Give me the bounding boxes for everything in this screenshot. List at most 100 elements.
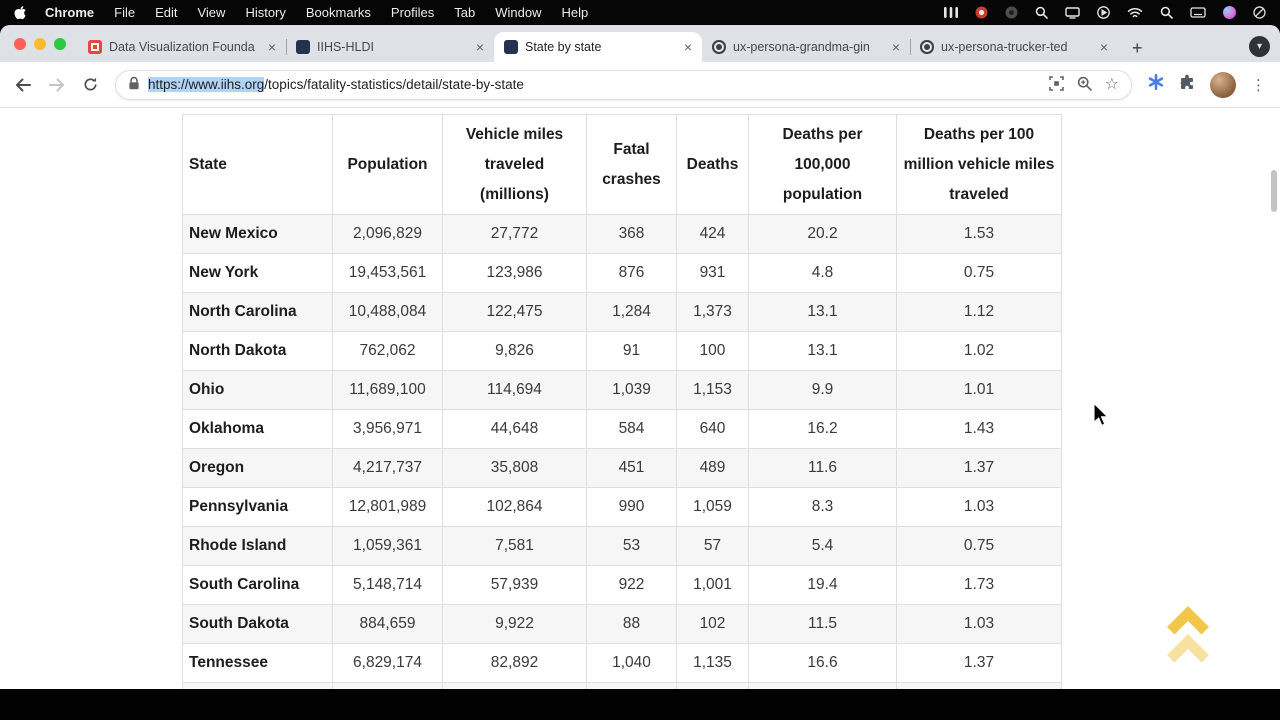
forward-button[interactable] xyxy=(48,77,66,93)
value-cell: 489 xyxy=(677,449,749,488)
table-row: Ohio11,689,100114,6941,0391,1539.91.01 xyxy=(183,371,1062,410)
new-tab-button[interactable]: + xyxy=(1132,39,1143,57)
browser-tab-2[interactable]: IIHS-HLDI× xyxy=(286,32,494,62)
value-cell: 9,826 xyxy=(443,332,587,371)
tab-search-button[interactable]: ▾ xyxy=(1249,36,1270,57)
table-row: South Dakota884,6599,9228810211.51.03 xyxy=(183,605,1062,644)
value-cell: 424 xyxy=(677,215,749,254)
siri-icon[interactable] xyxy=(1223,5,1236,21)
menu-item-view[interactable]: View xyxy=(197,5,225,20)
value-cell: 5.4 xyxy=(749,527,897,566)
url-path-text: /topics/fatality-statistics/detail/state… xyxy=(264,77,524,92)
spotlight-icon[interactable] xyxy=(1160,5,1173,21)
tab-favicon-icon xyxy=(504,40,518,54)
column-header: Deaths per 100,000 population xyxy=(749,115,897,215)
browser-tab-5[interactable]: ux-persona-trucker-ted × xyxy=(910,32,1118,62)
browser-tab-3[interactable]: State by state× xyxy=(494,32,702,62)
menu-item-history[interactable]: History xyxy=(245,5,285,20)
do-not-disturb-icon[interactable] xyxy=(1253,5,1266,21)
screen-mirroring-icon[interactable] xyxy=(1065,5,1080,21)
padlock-icon[interactable] xyxy=(128,76,140,94)
value-cell: 0.75 xyxy=(897,254,1062,293)
value-cell: 1.03 xyxy=(897,605,1062,644)
menubar-status-icons xyxy=(944,5,1266,21)
window-manager-icon[interactable] xyxy=(944,5,958,21)
browser-tab-4[interactable]: ux-persona-grandma-gin × xyxy=(702,32,910,62)
menu-item-edit[interactable]: Edit xyxy=(155,5,177,20)
zoom-icon[interactable] xyxy=(1077,76,1092,94)
tab-close-icon[interactable]: × xyxy=(682,39,694,55)
menu-item-bookmarks[interactable]: Bookmarks xyxy=(306,5,371,20)
extension-asterisk-icon[interactable] xyxy=(1148,74,1164,95)
tab-title: ux-persona-grandma-gin xyxy=(733,40,883,54)
table-row: North Dakota762,0629,8269110013.11.02 xyxy=(183,332,1062,371)
extension-puzzle-icon[interactable] xyxy=(1179,74,1195,95)
menu-item-profiles[interactable]: Profiles xyxy=(391,5,434,20)
tab-close-icon[interactable]: × xyxy=(266,39,278,55)
value-cell: 122,475 xyxy=(443,293,587,332)
value-cell: 11,689,100 xyxy=(333,371,443,410)
menu-item-file[interactable]: File xyxy=(114,5,135,20)
tab-close-icon[interactable]: × xyxy=(474,39,486,55)
value-cell: 1,059,361 xyxy=(333,527,443,566)
keyboard-icon[interactable] xyxy=(1190,5,1206,21)
tab-favicon-icon xyxy=(712,40,726,54)
qr-code-icon[interactable] xyxy=(1049,76,1064,94)
column-header: Population xyxy=(333,115,443,215)
bookmark-star-icon[interactable]: ☆ xyxy=(1105,77,1119,93)
wifi-icon[interactable] xyxy=(1127,5,1143,21)
profile-avatar[interactable] xyxy=(1210,72,1236,98)
page-scrollbar-thumb[interactable] xyxy=(1271,170,1277,212)
value-cell: 368 xyxy=(587,215,677,254)
back-button[interactable] xyxy=(14,77,32,93)
browser-tab-1[interactable]: Data Visualization Founda × xyxy=(78,32,286,62)
camera-icon[interactable] xyxy=(1005,5,1018,21)
url-text[interactable]: https://www.iihs.org/topics/fatality-sta… xyxy=(148,77,1041,92)
browser-menu-icon[interactable]: ⋮ xyxy=(1251,76,1266,94)
active-app-name[interactable]: Chrome xyxy=(45,5,94,20)
search-icon[interactable] xyxy=(1035,5,1048,21)
mouse-cursor xyxy=(1092,402,1110,433)
close-window-button[interactable] xyxy=(14,38,26,50)
menu-item-window[interactable]: Window xyxy=(495,5,541,20)
value-cell: 1.01 xyxy=(897,371,1062,410)
tab-title: Data Visualization Founda xyxy=(109,40,259,54)
address-bar[interactable]: https://www.iihs.org/topics/fatality-sta… xyxy=(115,70,1132,100)
table-row: Oklahoma3,956,97144,64858464016.21.43 xyxy=(183,410,1062,449)
menu-item-help[interactable]: Help xyxy=(562,5,589,20)
zoom-window-button[interactable] xyxy=(54,38,66,50)
table-row: Oregon4,217,73735,80845148911.61.37 xyxy=(183,449,1062,488)
apple-logo-icon[interactable] xyxy=(14,5,27,20)
state-cell: New Mexico xyxy=(183,215,333,254)
value-cell: 7,581 xyxy=(443,527,587,566)
state-cell: Tennessee xyxy=(183,644,333,683)
value-cell: 19,453,561 xyxy=(333,254,443,293)
play-icon[interactable] xyxy=(1097,5,1110,21)
value-cell: 16.2 xyxy=(749,410,897,449)
fatality-statistics-table: StatePopulationVehicle miles traveled (m… xyxy=(182,114,1062,689)
menu-item-tab[interactable]: Tab xyxy=(454,5,475,20)
value-cell: 1,040 xyxy=(587,644,677,683)
table-row: New Mexico2,096,82927,77236842420.21.53 xyxy=(183,215,1062,254)
screen-record-icon[interactable] xyxy=(975,5,988,21)
scroll-to-top-button[interactable] xyxy=(1162,597,1214,663)
tab-close-icon[interactable]: × xyxy=(890,39,902,55)
table-row: Tennessee6,829,17482,8921,0401,13516.61.… xyxy=(183,644,1062,683)
minimize-window-button[interactable] xyxy=(34,38,46,50)
value-cell: 762,062 xyxy=(333,332,443,371)
reload-button[interactable] xyxy=(82,76,99,93)
value-cell: 53 xyxy=(587,527,677,566)
table-row: New York19,453,561123,9868769314.80.75 xyxy=(183,254,1062,293)
value-cell: 13.1 xyxy=(749,332,897,371)
state-cell: Pennsylvania xyxy=(183,488,333,527)
value-cell: 57,939 xyxy=(443,566,587,605)
state-cell: New York xyxy=(183,254,333,293)
tab-close-icon[interactable]: × xyxy=(1098,39,1110,55)
table-row: Rhode Island1,059,3617,58153575.40.75 xyxy=(183,527,1062,566)
table-row: South Carolina5,148,71457,9399221,00119.… xyxy=(183,566,1062,605)
value-cell: 922 xyxy=(587,566,677,605)
value-cell: 35,808 xyxy=(443,449,587,488)
value-cell: 3,956,971 xyxy=(333,410,443,449)
value-cell: 88 xyxy=(587,605,677,644)
tab-title: ux-persona-trucker-ted xyxy=(941,40,1091,54)
